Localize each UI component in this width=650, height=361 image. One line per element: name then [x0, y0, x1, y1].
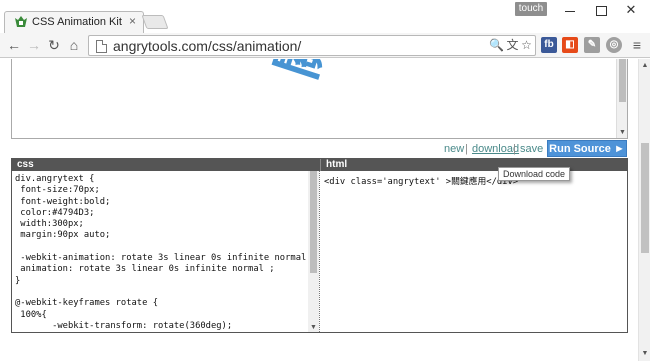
- save-link[interactable]: save: [520, 143, 543, 155]
- new-link[interactable]: new: [444, 143, 464, 155]
- edit-icon[interactable]: ✎: [584, 37, 600, 53]
- code-editor: css html div.angrytext { font-size:70px;…: [11, 158, 628, 333]
- browser-toolbar: ← → ↻ ⌂ angrytools.com/css/animation/ 🔍 …: [0, 33, 650, 58]
- preview-scroll-thumb[interactable]: [619, 59, 626, 102]
- css-code-line[interactable]: color:#4794D3;: [15, 208, 317, 219]
- css-code[interactable]: div.angrytext { font-size:70px; font-wei…: [15, 174, 317, 332]
- page-scrollbar[interactable]: ▲ ▼: [638, 59, 650, 361]
- action-links: new | download | save: [0, 141, 638, 157]
- compass-icon[interactable]: ◎: [606, 37, 622, 53]
- animated-sample-text: 關鍵應用: [266, 59, 390, 86]
- preview-scrollbar[interactable]: ▼: [616, 59, 627, 138]
- minimize-icon[interactable]: [560, 2, 580, 18]
- maximize-icon[interactable]: [591, 2, 611, 18]
- css-scroll-thumb[interactable]: [310, 171, 317, 273]
- css-code-line[interactable]: [15, 242, 317, 253]
- reload-icon[interactable]: ↻: [46, 37, 62, 53]
- html-pane-title: html: [320, 159, 627, 171]
- close-window-icon[interactable]: ✕: [621, 2, 641, 18]
- css-code-line[interactable]: font-size:70px;: [15, 185, 317, 196]
- scroll-down-arrow-icon[interactable]: ▼: [310, 324, 317, 331]
- scroll-up-arrow-icon[interactable]: ▲: [641, 62, 649, 70]
- zoom-icon[interactable]: 🔍: [489, 38, 504, 53]
- angrytools-favicon-icon: [15, 16, 27, 27]
- menu-icon[interactable]: ≡: [629, 37, 645, 53]
- css-code-line[interactable]: animation: rotate 3s linear 0s infinite …: [15, 264, 317, 275]
- profile-badge[interactable]: touch: [515, 2, 547, 16]
- address-bar[interactable]: angrytools.com/css/animation/ 🔍 文 ☆: [88, 35, 536, 56]
- css-scrollbar[interactable]: ▼: [308, 171, 319, 332]
- page-content: 關鍵應用 ▼ new | download | save Run Source …: [0, 59, 638, 361]
- tab-title: CSS Animation Kit: [32, 16, 122, 28]
- page-scroll-thumb[interactable]: [641, 143, 649, 253]
- css-code-line[interactable]: }: [15, 276, 317, 287]
- run-source-button[interactable]: Run Source ►: [547, 140, 627, 157]
- translate-icon[interactable]: 文: [505, 38, 520, 53]
- css-code-line[interactable]: [15, 287, 317, 298]
- new-tab-button[interactable]: [141, 15, 169, 29]
- link-separator: |: [465, 143, 468, 155]
- animation-preview: 關鍵應用 ▼: [11, 59, 628, 139]
- forward-arrow-icon[interactable]: →: [26, 37, 42, 53]
- html-code[interactable]: <div class='angrytext' >關鍵應用</div>: [324, 174, 518, 187]
- home-icon[interactable]: ⌂: [66, 37, 82, 53]
- css-code-line[interactable]: font-weight:bold;: [15, 197, 317, 208]
- facebook-icon[interactable]: fb: [541, 37, 557, 53]
- css-code-line[interactable]: div.angrytext {: [15, 174, 317, 185]
- download-tooltip: Download code: [498, 167, 570, 181]
- css-code-line[interactable]: -webkit-animation: rotate 3s linear 0s i…: [15, 253, 317, 264]
- tab-close-icon[interactable]: ×: [129, 14, 136, 28]
- css-code-line[interactable]: 100%{: [15, 310, 317, 321]
- scroll-down-arrow-icon[interactable]: ▼: [641, 350, 649, 358]
- page-icon: [96, 40, 107, 53]
- office-icon[interactable]: ◧: [562, 37, 578, 53]
- scroll-down-arrow-icon[interactable]: ▼: [619, 129, 626, 136]
- link-separator: |: [513, 143, 516, 155]
- css-code-line[interactable]: margin:90px auto;: [15, 230, 317, 241]
- css-pane-title: css: [12, 159, 320, 171]
- css-code-line[interactable]: @-webkit-keyframes rotate {: [15, 298, 317, 309]
- bookmark-star-icon[interactable]: ☆: [519, 38, 534, 53]
- css-code-line[interactable]: width:300px;: [15, 219, 317, 230]
- url-text[interactable]: angrytools.com/css/animation/: [113, 38, 301, 54]
- css-editor[interactable]: div.angrytext { font-size:70px; font-wei…: [12, 171, 320, 332]
- browser-tab[interactable]: CSS Animation Kit ×: [4, 11, 144, 33]
- title-bar: CSS Animation Kit × touch ✕: [0, 0, 650, 33]
- back-arrow-icon[interactable]: ←: [6, 37, 22, 53]
- css-code-line[interactable]: -webkit-transform: rotate(360deg);: [15, 321, 317, 332]
- html-editor[interactable]: <div class='angrytext' >關鍵應用</div>: [321, 171, 627, 332]
